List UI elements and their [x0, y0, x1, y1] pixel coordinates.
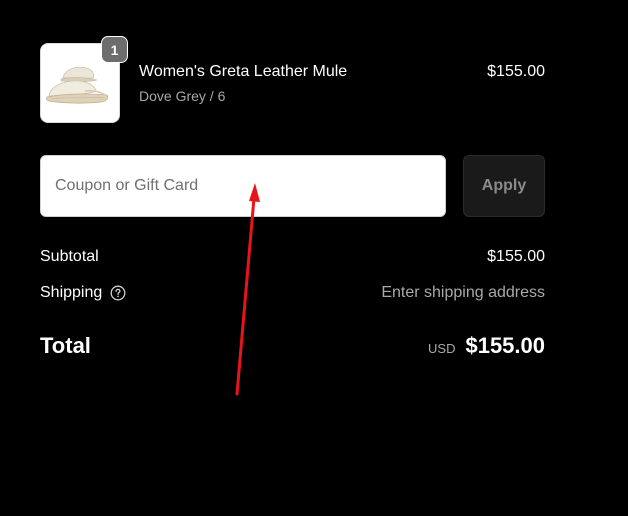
discount-code-row: Apply [40, 155, 545, 217]
order-summary-panel: 1 Women's Greta Leather Mule Dove Grey /… [0, 0, 628, 516]
product-name: Women's Greta Leather Mule [139, 63, 348, 80]
subtotal-row: Subtotal $155.00 [40, 245, 545, 269]
apply-coupon-button[interactable]: Apply [463, 155, 545, 217]
total-value: $155.00 [465, 333, 545, 358]
shipping-value: Enter shipping address [381, 284, 545, 301]
shipping-label-group: Shipping [40, 284, 126, 302]
subtotal-label: Subtotal [40, 248, 99, 265]
shipping-label: Shipping [40, 284, 103, 301]
question-circle-icon[interactable] [110, 285, 126, 301]
shipping-row: Shipping Enter shipping address [40, 281, 545, 305]
subtotal-value: $155.00 [487, 248, 545, 265]
total-row: Total USD $155.00 [40, 331, 545, 361]
currency-code: USD [428, 341, 456, 356]
item-info: Women's Greta Leather Mule Dove Grey / 6 [139, 62, 347, 105]
coupon-gift-card-input[interactable] [40, 155, 446, 217]
product-variant: Dove Grey / 6 [139, 88, 226, 104]
cart-line-item: 1 Women's Greta Leather Mule Dove Grey /… [40, 36, 545, 123]
total-label: Total [40, 333, 91, 358]
total-amount-group: USD $155.00 [428, 333, 545, 359]
product-thumbnail-wrapper: 1 [40, 36, 128, 123]
quantity-badge: 1 [101, 36, 128, 63]
line-item-price: $155.00 [487, 63, 545, 80]
